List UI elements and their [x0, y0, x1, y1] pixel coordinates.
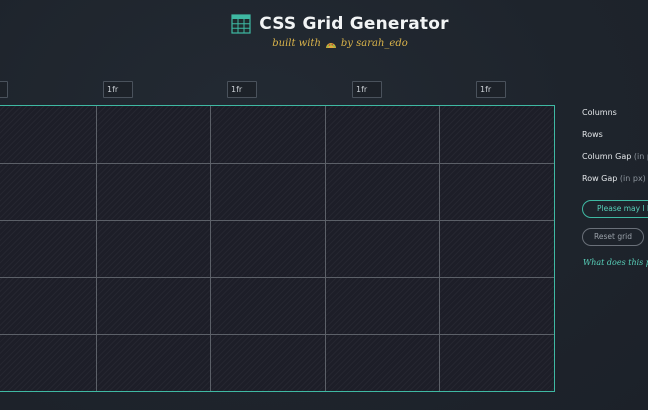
grid-cell[interactable]: [210, 220, 325, 277]
row-gap-text: Row Gap: [582, 174, 618, 183]
grid-cell[interactable]: [210, 334, 325, 391]
grid-cell[interactable]: [439, 163, 554, 220]
grid-cell[interactable]: [325, 220, 440, 277]
grid-cell[interactable]: [439, 277, 554, 334]
get-code-button[interactable]: Please may I have some code: [582, 200, 648, 218]
grid-cell[interactable]: [96, 106, 211, 163]
grid-cell[interactable]: [0, 163, 96, 220]
grid-cell[interactable]: [0, 220, 96, 277]
grid-area[interactable]: [0, 105, 555, 392]
grid-cell[interactable]: [325, 277, 440, 334]
grid-cell[interactable]: [0, 334, 96, 391]
grid-icon: [231, 14, 251, 34]
grid-cell[interactable]: [96, 220, 211, 277]
taco-icon: [325, 39, 337, 49]
row-gap-unit: (in px): [619, 174, 646, 183]
grid-cell[interactable]: [0, 106, 96, 163]
grid-cell[interactable]: [0, 277, 96, 334]
title-row: CSS Grid Generator: [0, 14, 648, 34]
page-title: CSS Grid Generator: [259, 14, 449, 34]
column-unit-input-5[interactable]: [476, 81, 506, 98]
column-unit-input-1[interactable]: [0, 81, 8, 98]
column-gap-label: Column Gap (in px): [582, 152, 648, 161]
grid-cell[interactable]: [96, 334, 211, 391]
reset-grid-button[interactable]: Reset grid: [582, 228, 644, 246]
column-gap-unit: (in px): [633, 152, 648, 161]
grid-cell[interactable]: [96, 277, 211, 334]
grid-cell[interactable]: [210, 106, 325, 163]
column-gap-text: Column Gap: [582, 152, 632, 161]
grid-cell[interactable]: [210, 277, 325, 334]
column-unit-input-3[interactable]: [227, 81, 257, 98]
grid-cell[interactable]: [325, 106, 440, 163]
column-unit-input-2[interactable]: [103, 81, 133, 98]
columns-label: Columns: [582, 108, 617, 117]
grid-cell[interactable]: [439, 220, 554, 277]
grid-cell[interactable]: [439, 106, 554, 163]
column-unit-input-4[interactable]: [352, 81, 382, 98]
app-page: CSS Grid Generator built with by sarah_e…: [0, 0, 648, 410]
grid-cell[interactable]: [210, 163, 325, 220]
subtitle-suffix: by sarah_edo: [340, 38, 408, 49]
grid-cell[interactable]: [96, 163, 211, 220]
subtitle-prefix: built with: [272, 38, 321, 49]
header: CSS Grid Generator built with by sarah_e…: [0, 14, 648, 49]
grid-cell[interactable]: [325, 334, 440, 391]
subtitle: built with by sarah_edo: [0, 38, 648, 49]
rows-label: Rows: [582, 130, 603, 139]
grid-cell[interactable]: [325, 163, 440, 220]
grid-cell[interactable]: [439, 334, 554, 391]
help-link[interactable]: What does this program do?: [583, 258, 648, 267]
row-gap-label: Row Gap (in px): [582, 174, 646, 183]
